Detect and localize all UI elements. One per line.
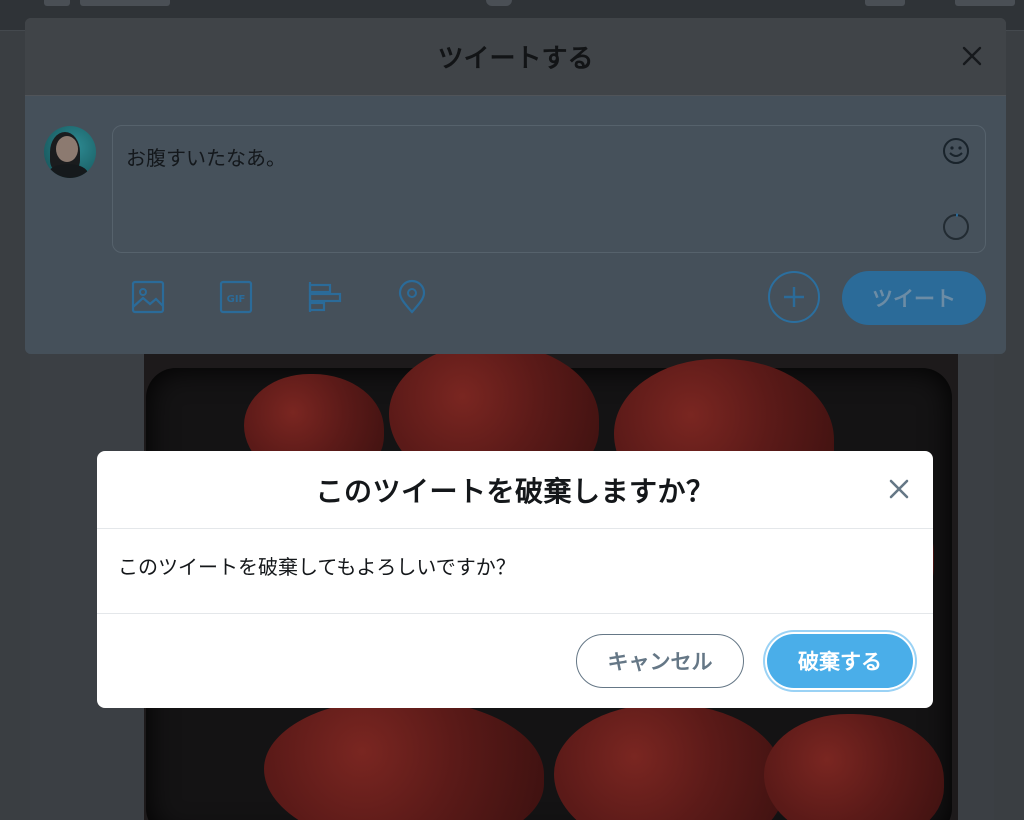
compose-tweet-modal: ツイートする お腹すいたなあ。 GIF ツイート [25,18,1006,354]
tweet-textarea[interactable]: お腹すいたなあ。 [112,125,986,253]
emoji-icon[interactable] [941,136,971,166]
compose-body: お腹すいたなあ。 GIF ツイート [25,96,1006,354]
twitter-logo-icon [486,0,512,6]
svg-text:GIF: GIF [227,294,246,305]
background-text [80,0,170,6]
dialog-message: このツイートを破棄してもよろしいですか？ [118,555,516,579]
gif-icon[interactable]: GIF [218,279,254,315]
discard-button[interactable]: 破棄する [767,634,913,688]
dialog-title: このツイートを破棄しますか？ [315,474,715,508]
image-icon[interactable] [130,279,166,315]
close-icon[interactable] [958,42,986,70]
tweet-text: お腹すいたなあ。 [126,146,286,170]
add-tweet-button[interactable] [768,271,820,323]
discard-confirm-dialog: このツイートを破棄しますか？ このツイートを破棄してもよろしいですか？ キャンセ… [97,451,933,708]
location-icon[interactable] [394,279,430,315]
background-text [955,0,1015,6]
avatar-body [48,164,88,178]
cancel-button[interactable]: キャンセル [576,634,744,688]
compose-title: ツイートする [437,44,594,74]
plus-icon [784,287,804,307]
character-counter-icon [943,213,969,240]
compose-header: ツイートする [25,18,1006,96]
background-text [865,0,905,6]
avatar-face [56,136,78,162]
dialog-header: このツイートを破棄しますか？ [97,451,933,529]
close-icon[interactable] [885,475,913,503]
avatar[interactable] [44,126,96,178]
poll-icon[interactable] [306,279,342,315]
background-icon [44,0,70,6]
tweet-button[interactable]: ツイート [842,271,986,325]
